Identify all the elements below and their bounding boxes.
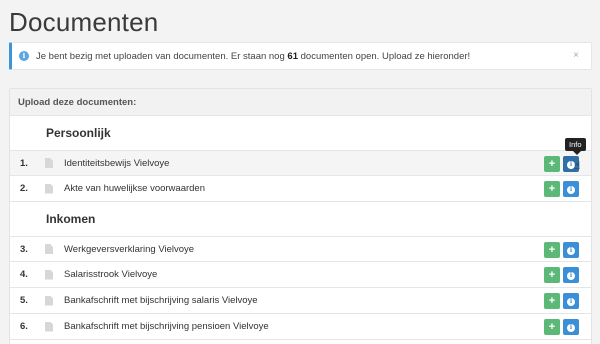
document-row[interactable]: 3. Werkgeversverklaring Vielvoye + i xyxy=(10,236,591,262)
file-icon xyxy=(45,158,53,168)
document-name: Identiteitsbewijs Vielvoye xyxy=(64,157,170,169)
file-icon xyxy=(45,269,53,280)
document-name: Salarisstrook Vielvoye xyxy=(64,269,158,280)
open-documents-count: 61 xyxy=(287,50,298,62)
info-tooltip: Info xyxy=(565,138,586,155)
add-document-button[interactable]: + xyxy=(544,156,560,172)
document-name: Akte van huwelijkse voorwaarden xyxy=(64,183,205,194)
info-icon: i xyxy=(567,247,575,255)
upload-alert: i Je bent bezig met uploaden van documen… xyxy=(9,42,592,70)
document-name: Bankafschrift met bijschrijving salaris … xyxy=(64,295,258,306)
file-icon xyxy=(45,295,53,306)
info-button[interactable]: i xyxy=(563,293,579,309)
document-row[interactable]: 5. Bankafschrift met bijschrijving salar… xyxy=(10,288,591,314)
row-number: 3. xyxy=(20,243,28,255)
document-row[interactable]: 6. Bankafschrift met bijschrijving pensi… xyxy=(10,314,591,340)
add-document-button[interactable]: + xyxy=(544,181,560,197)
info-icon: i xyxy=(567,272,575,280)
file-icon xyxy=(45,183,53,194)
file-icon xyxy=(45,244,53,254)
row-number: 2. xyxy=(20,183,28,194)
info-icon: i xyxy=(567,324,575,332)
page-title: Documenten xyxy=(9,7,159,37)
close-icon[interactable]: × xyxy=(573,50,579,61)
row-number: 5. xyxy=(20,295,28,306)
section-title-inkomen: Inkomen xyxy=(46,212,96,226)
document-name: Bankafschrift met bijschrijving pensioen… xyxy=(64,321,269,332)
row-number: 4. xyxy=(20,269,28,280)
info-circle-icon: i xyxy=(19,51,29,61)
document-row[interactable]: 1. Identiteitsbewijs Vielvoye + i xyxy=(10,150,591,176)
add-document-button[interactable]: + xyxy=(544,267,560,283)
file-icon xyxy=(45,321,53,332)
add-document-button[interactable]: + xyxy=(544,319,560,335)
row-number: 6. xyxy=(20,321,28,332)
info-button[interactable]: i xyxy=(563,242,579,258)
info-icon: i xyxy=(567,298,575,306)
panel-heading: Upload deze documenten: xyxy=(10,89,591,116)
add-document-button[interactable]: + xyxy=(544,242,560,258)
info-icon: i xyxy=(567,186,575,194)
section-title-persoonlijk: Persoonlijk xyxy=(46,126,111,140)
info-button[interactable]: i xyxy=(563,267,579,283)
info-button[interactable]: i xyxy=(563,319,579,335)
hand-cursor-icon: ☝ xyxy=(574,160,581,172)
document-row[interactable]: 2. Akte van huwelijkse voorwaarden + i xyxy=(10,176,591,202)
document-row[interactable]: 4. Salarisstrook Vielvoye + i xyxy=(10,262,591,288)
alert-text: Je bent bezig met uploaden van documente… xyxy=(36,50,471,62)
documents-panel: Upload deze documenten: Persoonlijk 1. I… xyxy=(9,88,592,344)
row-number: 1. xyxy=(20,157,28,169)
info-button[interactable]: i xyxy=(563,181,579,197)
document-name: Werkgeversverklaring Vielvoye xyxy=(64,243,195,255)
add-document-button[interactable]: + xyxy=(544,293,560,309)
